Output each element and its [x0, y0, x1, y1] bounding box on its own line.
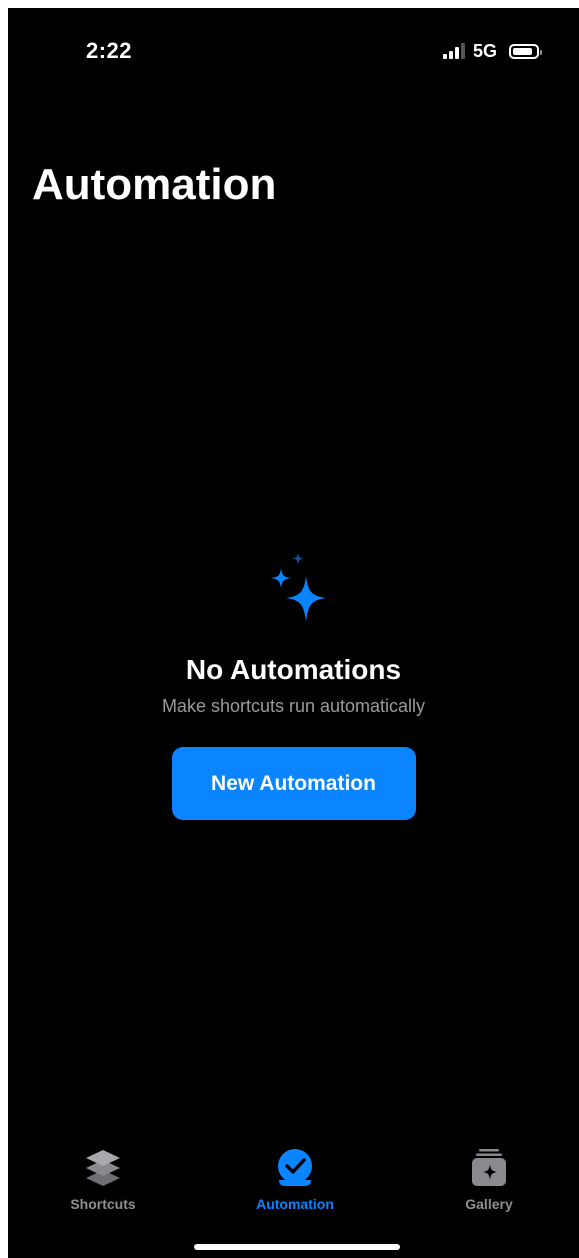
screen: 2:22 5G Automation No Automations Make s…	[8, 8, 579, 1258]
tab-label-shortcuts: Shortcuts	[70, 1196, 136, 1212]
cellular-signal-icon	[442, 43, 465, 59]
tab-label-automation: Automation	[256, 1196, 334, 1212]
gallery-stack-icon	[472, 1149, 506, 1186]
network-type: 5G	[472, 40, 497, 61]
tab-bar: Shortcuts Automation Gallery	[8, 1148, 579, 1218]
status-time: 2:22	[86, 38, 133, 63]
home-indicator[interactable]	[194, 1244, 400, 1250]
new-automation-button[interactable]: New Automation	[171, 747, 416, 820]
tab-shortcuts[interactable]: Shortcuts	[43, 1148, 163, 1212]
layers-icon	[86, 1150, 120, 1186]
empty-state-subtitle: Make shortcuts run automatically	[161, 696, 426, 716]
tab-automation[interactable]: Automation	[235, 1148, 355, 1212]
battery-icon	[509, 43, 542, 59]
clock-check-icon	[278, 1149, 312, 1186]
tab-gallery[interactable]: Gallery	[429, 1148, 549, 1212]
status-indicators: 5G	[442, 38, 542, 64]
empty-state-title: No Automations	[185, 654, 402, 685]
page-title: Automation	[32, 160, 277, 209]
empty-state: No Automations Make shortcuts run automa…	[8, 548, 579, 820]
sparkles-icon	[270, 552, 326, 622]
tab-label-gallery: Gallery	[465, 1196, 513, 1212]
